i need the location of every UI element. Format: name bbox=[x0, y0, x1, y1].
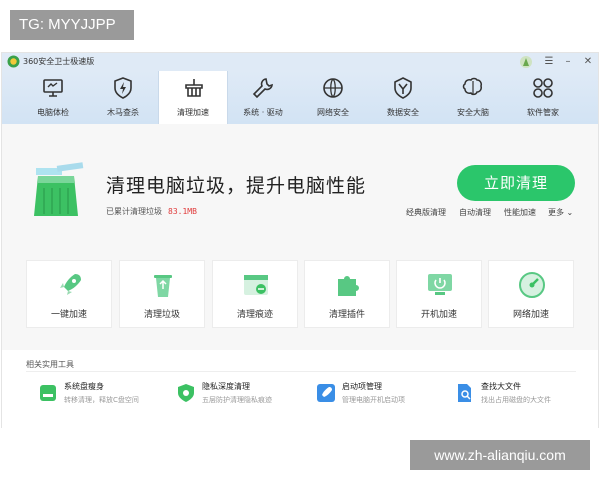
nav-item-pc-checkup[interactable]: 电脑体检 bbox=[18, 71, 88, 124]
monitor-check-icon bbox=[43, 79, 63, 97]
tools-heading: 相关实用工具 bbox=[26, 360, 74, 369]
recycle-bin-icon bbox=[154, 275, 172, 297]
app-logo-icon bbox=[7, 55, 20, 68]
performance-boost-link[interactable]: 性能加速 bbox=[504, 207, 536, 218]
nav-item-trojan-scan[interactable]: 木马查杀 bbox=[88, 71, 158, 124]
nav-item-data-security[interactable]: 数据安全 bbox=[368, 71, 438, 124]
tool-name: 隐私深度清理 bbox=[202, 382, 250, 391]
tile-label: 开机加速 bbox=[420, 310, 457, 320]
tile-label: 清理痕迹 bbox=[236, 310, 273, 320]
gauge-icon bbox=[519, 272, 545, 298]
puzzle-icon bbox=[338, 276, 359, 296]
shield-y-icon bbox=[394, 77, 412, 99]
tile-clean-junk[interactable]: 清理垃圾 bbox=[119, 260, 205, 328]
nav-label: 系统 · 驱动 bbox=[243, 108, 283, 117]
tile-network-speedup[interactable]: 网络加速 bbox=[488, 260, 574, 328]
stat-label: 已累计清理垃圾 bbox=[106, 207, 162, 216]
file-search-icon bbox=[458, 384, 471, 402]
nav-label: 数据安全 bbox=[387, 108, 419, 117]
stat-value: 83.1MB bbox=[168, 207, 197, 216]
nav-item-network-security[interactable]: 网络安全 bbox=[298, 71, 368, 124]
broom-illustration-icon bbox=[34, 162, 84, 216]
globe-icon bbox=[323, 78, 343, 98]
tile-label: 清理插件 bbox=[328, 310, 365, 320]
close-button[interactable]: ✕ bbox=[579, 53, 597, 71]
minimize-button[interactable]: – bbox=[559, 53, 577, 71]
tool-system-disk-slim[interactable]: 系统盘瘦身 转移清理，释放C盘空间 bbox=[38, 381, 178, 411]
user-avatar-icon[interactable] bbox=[519, 55, 533, 69]
nav-label: 清理加速 bbox=[177, 108, 209, 117]
broom-icon bbox=[185, 79, 203, 97]
tool-privacy-deep-clean[interactable]: 隐私深度清理 五层防护清理隐私痕迹 bbox=[176, 381, 316, 411]
tools-grid: 一键加速 清理垃圾 清理痕迹 清理插件 开机加速 网络加速 bbox=[2, 242, 598, 350]
window-trace-icon bbox=[244, 275, 268, 295]
wrench-icon bbox=[252, 78, 273, 99]
tile-label: 清理垃圾 bbox=[143, 310, 180, 320]
nav-label: 电脑体检 bbox=[37, 108, 69, 117]
title-bar: 360安全卫士极速版 ☰ – ✕ bbox=[2, 53, 598, 71]
disk-icon bbox=[40, 385, 56, 401]
watermark-top-left: TG: MYYJJPP bbox=[10, 10, 134, 40]
window-title: 360安全卫士极速版 bbox=[23, 57, 95, 66]
watermark-bottom-right: www.zh-alianqiu.com bbox=[410, 440, 590, 470]
main-nav: 电脑体检 木马查杀 清理加速 系统 · 驱动 网络安全 数据安全 安全大脑 软件… bbox=[2, 71, 598, 124]
apps-icon bbox=[533, 78, 553, 98]
app-window: 360安全卫士极速版 ☰ – ✕ 电脑体检 木马查杀 清理加速 系统 · 驱动 … bbox=[1, 52, 599, 428]
tool-desc: 找出占用磁盘的大文件 bbox=[481, 396, 551, 404]
tool-find-large-files[interactable]: 查找大文件 找出占用磁盘的大文件 bbox=[455, 381, 595, 411]
tool-desc: 管理电脑开机启动项 bbox=[342, 396, 405, 404]
nav-label: 软件管家 bbox=[527, 108, 559, 117]
nav-item-software-manager[interactable]: 软件管家 bbox=[508, 71, 578, 124]
tool-name: 系统盘瘦身 bbox=[64, 382, 104, 391]
power-monitor-icon bbox=[428, 274, 452, 295]
tool-desc: 五层防护清理隐私痕迹 bbox=[202, 396, 272, 404]
cleaned-stat: 已累计清理垃圾 83.1MB bbox=[106, 206, 197, 217]
chevron-down-icon: ⌄ bbox=[566, 208, 574, 217]
divider bbox=[26, 371, 576, 372]
tool-name: 启动项管理 bbox=[342, 382, 382, 391]
tile-label: 一键加速 bbox=[50, 310, 87, 320]
tool-desc: 转移清理，释放C盘空间 bbox=[64, 396, 139, 404]
hero-panel: 清理电脑垃圾，提升电脑性能 已累计清理垃圾 83.1MB 立即清理 经典版清理 自… bbox=[2, 124, 598, 242]
nav-item-clean-speedup[interactable]: 清理加速 bbox=[158, 71, 228, 124]
rocket-icon bbox=[60, 274, 81, 295]
tile-boot-speedup[interactable]: 开机加速 bbox=[396, 260, 482, 328]
clean-now-button[interactable]: 立即清理 bbox=[457, 165, 575, 201]
tile-clean-plugins[interactable]: 清理插件 bbox=[304, 260, 390, 328]
related-tools: 相关实用工具 系统盘瘦身 转移清理，释放C盘空间 隐私深度清理 五层防护清理隐私… bbox=[2, 350, 598, 428]
nav-label: 网络安全 bbox=[317, 108, 349, 117]
tile-clean-traces[interactable]: 清理痕迹 bbox=[212, 260, 298, 328]
nav-item-system-driver[interactable]: 系统 · 驱动 bbox=[228, 71, 298, 124]
shield-bolt-icon bbox=[114, 77, 132, 99]
tile-one-click-speedup[interactable]: 一键加速 bbox=[26, 260, 112, 328]
tile-label: 网络加速 bbox=[512, 310, 549, 320]
nav-label: 安全大脑 bbox=[457, 108, 489, 117]
privacy-shield-icon bbox=[178, 384, 194, 402]
brain-icon bbox=[462, 77, 482, 96]
tool-startup-manager[interactable]: 启动项管理 管理电脑开机启动项 bbox=[316, 381, 456, 411]
auto-clean-link[interactable]: 自动清理 bbox=[459, 207, 491, 218]
more-link[interactable]: 更多 ⌄ bbox=[548, 207, 573, 218]
classic-clean-link[interactable]: 经典版清理 bbox=[406, 207, 446, 218]
hero-headline: 清理电脑垃圾，提升电脑性能 bbox=[106, 175, 367, 197]
tool-name: 查找大文件 bbox=[481, 382, 521, 391]
startup-rocket-icon bbox=[317, 384, 335, 402]
more-label: 更多 bbox=[548, 208, 564, 217]
menu-button[interactable]: ☰ bbox=[540, 53, 558, 71]
nav-label: 木马查杀 bbox=[107, 108, 139, 117]
nav-item-security-brain[interactable]: 安全大脑 bbox=[438, 71, 508, 124]
